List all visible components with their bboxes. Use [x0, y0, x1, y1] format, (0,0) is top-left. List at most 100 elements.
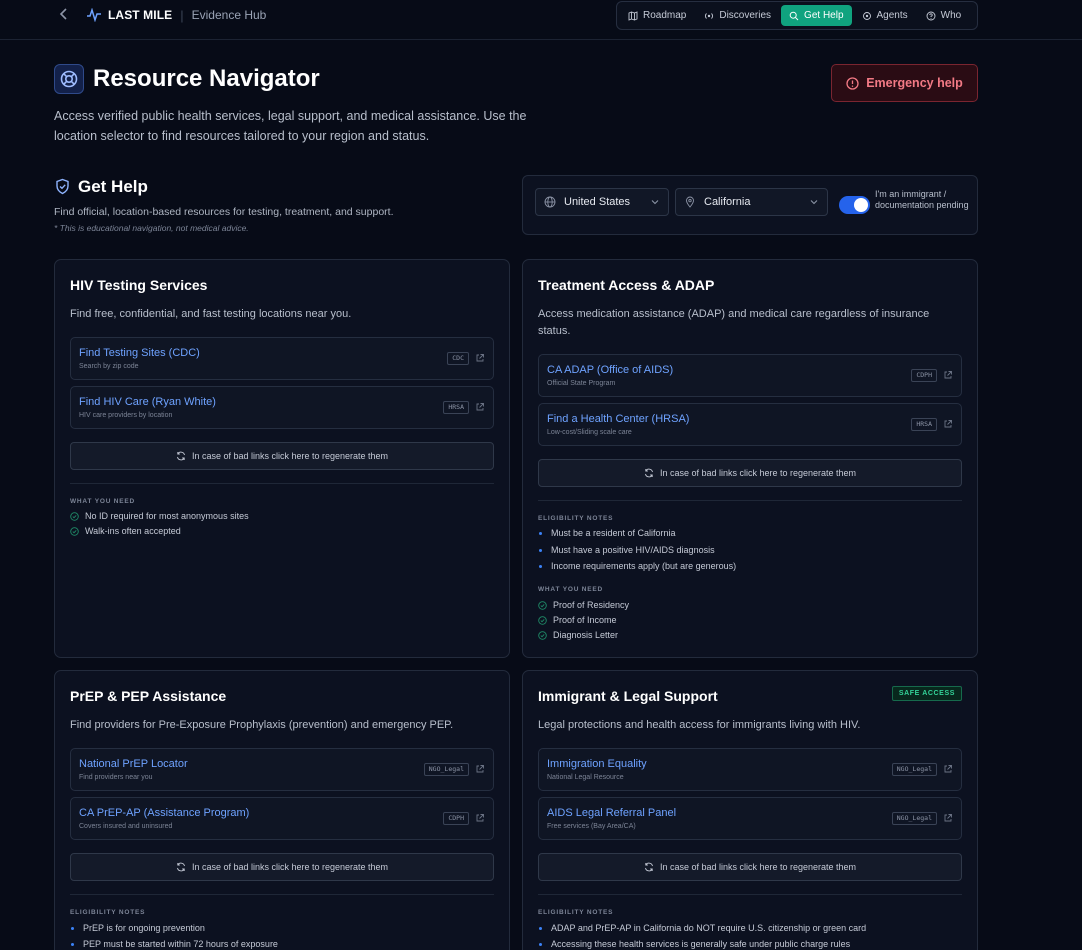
refresh-icon [176, 862, 185, 872]
nav-who[interactable]: Who [918, 5, 970, 26]
resource-link-title: National PrEP Locator [79, 758, 188, 770]
search-icon [789, 11, 799, 20]
resource-link-title: Find Testing Sites (CDC) [79, 347, 200, 359]
eligibility-text: PEP must be started within 72 hours of e… [83, 939, 278, 949]
check-circle-icon [70, 511, 79, 521]
main-nav: Roadmap Discoveries Get Help Agents Who [616, 1, 978, 30]
requirement-item: Walk-ins often accepted [70, 526, 181, 536]
resource-link-subtitle: Covers insured and uninsured [79, 823, 173, 830]
brand-name: LAST MILE [108, 8, 173, 22]
requirement-item: No ID required for most anonymous sites [70, 511, 249, 521]
check-circle-icon [538, 630, 547, 640]
section-label: ELIGIBILITY NOTES [538, 909, 614, 916]
resource-link-title: Immigration Equality [547, 758, 647, 770]
regenerate-links-button[interactable]: In case of bad links click here to regen… [538, 853, 962, 881]
eligibility-item: ADAP and PrEP-AP in California do NOT re… [538, 923, 866, 933]
emergency-help-label: Emergency help [866, 76, 963, 90]
eligibility-text: Must have a positive HIV/AIDS diagnosis [551, 545, 715, 555]
regenerate-links-button[interactable]: In case of bad links click here to regen… [538, 459, 962, 487]
external-link-icon [476, 403, 484, 411]
resource-link[interactable]: Immigration Equality National Legal Reso… [538, 748, 962, 791]
regenerate-label: In case of bad links click here to regen… [659, 468, 857, 478]
source-tag: NGO_Legal [891, 763, 937, 776]
external-link-icon [944, 371, 952, 379]
card-title: Immigrant & Legal Support [538, 688, 718, 704]
chevron-down-icon [810, 200, 818, 205]
resource-link-subtitle: HIV care providers by location [79, 412, 173, 419]
help-circle-icon [926, 11, 936, 20]
requirement-item: Proof of Income [538, 615, 617, 625]
eligibility-item: PEP must be started within 72 hours of e… [70, 939, 278, 949]
nav-discoveries-label: Discoveries [719, 10, 772, 21]
nav-who-label: Who [940, 10, 962, 21]
page-title: Resource Navigator [93, 65, 320, 92]
nav-roadmap[interactable]: Roadmap [620, 5, 694, 26]
resource-link-title: AIDS Legal Referral Panel [547, 807, 677, 819]
card-description: Find free, confidential, and fast testin… [70, 308, 352, 320]
page-description: Access verified public health services, … [54, 109, 527, 143]
eligibility-item: PrEP is for ongoing prevention [70, 923, 205, 933]
resource-link[interactable]: Find Testing Sites (CDC) Search by zip c… [70, 337, 494, 380]
resource-link[interactable]: National PrEP Locator Find providers nea… [70, 748, 494, 791]
regenerate-label: In case of bad links click here to regen… [191, 862, 389, 872]
check-circle-icon [538, 615, 547, 625]
card-title: HIV Testing Services [70, 277, 208, 293]
emergency-help-button[interactable]: Emergency help [831, 64, 978, 102]
immigrant-toggle-label: I'm an immigrant / documentation pending [875, 189, 969, 210]
bullet [539, 926, 542, 930]
section-label: WHAT YOU NEED [70, 498, 136, 505]
resource-link[interactable]: CA ADAP (Office of AIDS) Official State … [538, 354, 962, 397]
card-description: Find providers for Pre-Exposure Prophyla… [70, 719, 454, 731]
eligibility-item: Must have a positive HIV/AIDS diagnosis [538, 545, 715, 555]
state-value: California [704, 196, 751, 208]
bullet [71, 942, 74, 946]
source-tag: CDC [447, 352, 469, 365]
map-pin-icon [686, 196, 694, 208]
resource-link-subtitle: Official State Program [547, 380, 616, 387]
card-title: PrEP & PEP Assistance [70, 688, 227, 704]
shield-check-icon [54, 178, 71, 195]
nav-get-help[interactable]: Get Help [781, 5, 852, 26]
divider [538, 894, 962, 895]
resource-link[interactable]: Find HIV Care (Ryan White) HIV care prov… [70, 386, 494, 429]
card-description: Access medication assistance (ADAP) and … [538, 308, 930, 337]
back-arrow-icon[interactable] [58, 6, 72, 24]
card-hiv-testing: HIV Testing Services Find free, confiden… [54, 259, 510, 658]
regenerate-links-button[interactable]: In case of bad links click here to regen… [70, 853, 494, 881]
resource-link-subtitle: Find providers near you [79, 774, 153, 781]
map-icon [628, 10, 638, 21]
refresh-icon [644, 468, 653, 478]
resource-link[interactable]: AIDS Legal Referral Panel Free services … [538, 797, 962, 840]
immigrant-toggle[interactable] [839, 196, 870, 214]
requirement-text: Walk-ins often accepted [85, 526, 181, 536]
state-select[interactable]: California [675, 188, 828, 216]
resource-link[interactable]: CA PrEP-AP (Assistance Program) Covers i… [70, 797, 494, 840]
nav-agents[interactable]: Agents [854, 5, 916, 26]
nav-discoveries[interactable]: Discoveries [696, 5, 779, 26]
bullet [539, 942, 542, 946]
requirement-text: Proof of Income [553, 615, 617, 625]
section-label: WHAT YOU NEED [538, 586, 604, 593]
divider [70, 483, 494, 484]
divider [70, 894, 494, 895]
bullet [539, 564, 542, 568]
requirement-text: No ID required for most anonymous sites [85, 511, 249, 521]
agents-icon [862, 11, 871, 20]
external-link-icon [944, 814, 952, 822]
source-tag: HRSA [443, 401, 469, 414]
regenerate-label: In case of bad links click here to regen… [191, 451, 389, 461]
source-tag: NGO_Legal [423, 763, 469, 776]
regenerate-links-button[interactable]: In case of bad links click here to regen… [70, 442, 494, 470]
get-help-description: Find official, location-based resources … [54, 206, 394, 218]
brand[interactable]: LAST MILE | Evidence Hub [86, 7, 266, 23]
eligibility-item: Accessing these health services is gener… [538, 939, 850, 949]
external-link-icon [476, 354, 484, 362]
resource-link[interactable]: Find a Health Center (HRSA) Low-cost/Sli… [538, 403, 962, 446]
eligibility-item: Must be a resident of California [538, 528, 676, 538]
safe-access-badge: SAFE ACCESS [891, 686, 962, 701]
source-tag: CDPH [911, 369, 937, 382]
country-select[interactable]: United States [535, 188, 669, 216]
card-description: Legal protections and health access for … [538, 719, 861, 731]
resource-link-title: CA ADAP (Office of AIDS) [547, 364, 674, 376]
resource-link-title: Find a Health Center (HRSA) [547, 413, 690, 425]
